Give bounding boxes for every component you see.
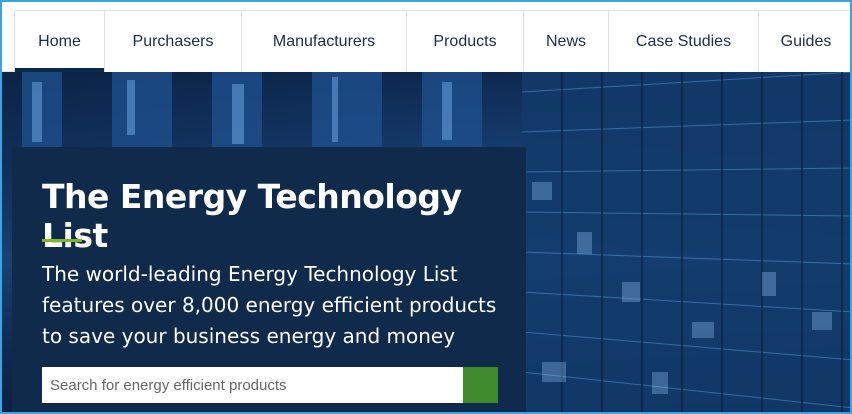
page-frame: Home Purchasers Manufacturers Products N…: [0, 0, 852, 414]
hero-section: The Energy Technology List The world-lea…: [2, 72, 850, 412]
nav-item-guides[interactable]: Guides: [758, 10, 850, 72]
hero-description: The world-leading Energy Technology List…: [42, 262, 497, 348]
title-accent-line: [42, 239, 82, 242]
main-nav: Home Purchasers Manufacturers Products N…: [2, 2, 850, 72]
hero-title: The Energy Technology List: [42, 177, 462, 255]
search-icon: [42, 367, 56, 381]
hero-panel: The Energy Technology List The world-lea…: [12, 147, 526, 412]
nav-item-case-studies[interactable]: Case Studies: [608, 10, 758, 72]
nav-item-manufacturers[interactable]: Manufacturers: [241, 10, 406, 72]
nav-item-news[interactable]: News: [523, 10, 608, 72]
search-input[interactable]: [42, 367, 463, 403]
nav-item-home[interactable]: Home: [14, 10, 104, 72]
search-bar: [42, 367, 498, 403]
nav-item-products[interactable]: Products: [406, 10, 523, 72]
nav-item-purchasers[interactable]: Purchasers: [104, 10, 241, 72]
search-button[interactable]: [42, 367, 498, 403]
